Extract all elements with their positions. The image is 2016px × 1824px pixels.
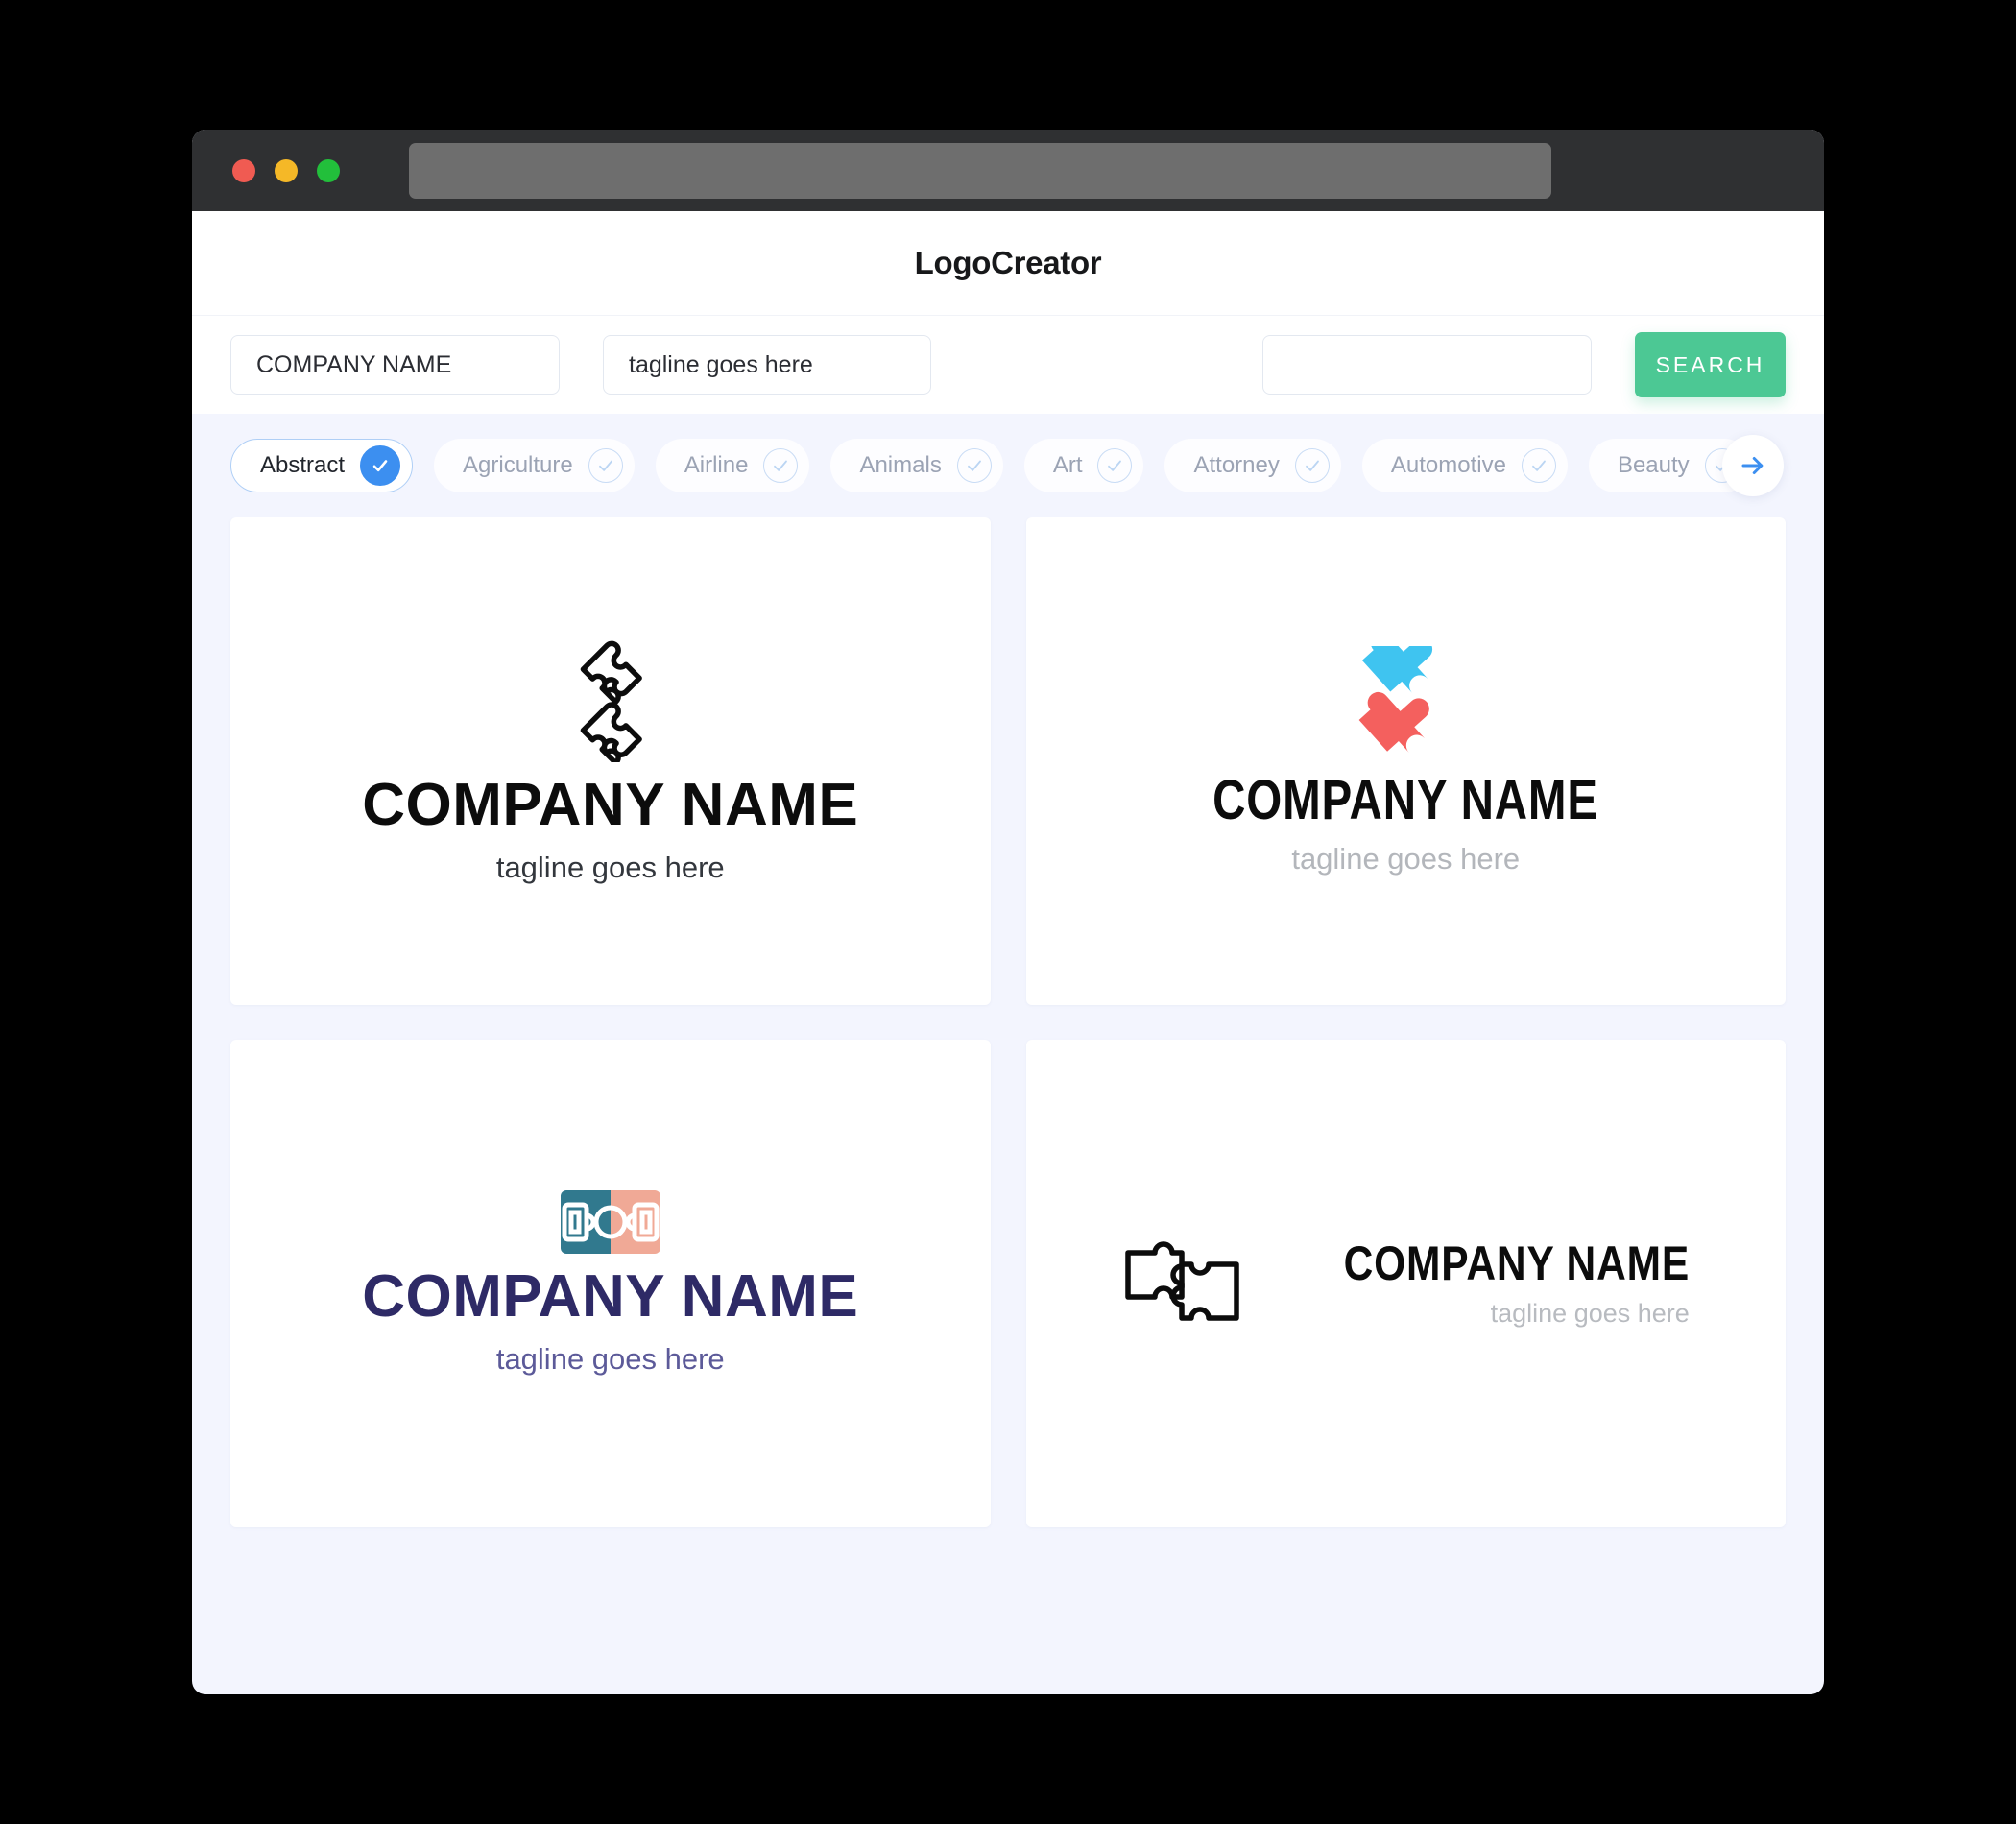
browser-title-bar [192,130,1824,211]
app-title: LogoCreator [914,245,1102,280]
check-icon[interactable] [588,448,623,483]
logo-tagline: tagline goes here [1291,842,1521,876]
category-chip-animals[interactable]: Animals [830,439,1003,492]
logo-company-name: COMPANY NAME [1343,1236,1690,1290]
logo-preview: COMPANY NAME tagline goes here [1170,646,1641,876]
logo-preview: COMPANY NAME tagline goes here [362,637,858,885]
check-icon[interactable] [956,448,992,483]
keyword-input[interactable] [1262,335,1592,395]
category-chip-attorney[interactable]: Attorney [1164,439,1341,492]
logo-tagline: tagline goes here [495,851,725,884]
category-chip-agriculture[interactable]: Agriculture [434,439,635,492]
puzzle-two-pieces-outline-icon [580,640,643,762]
logo-preview: COMPANY NAME tagline goes here [1122,1239,1690,1329]
arrow-right-icon [1741,457,1764,474]
check-icon[interactable] [763,448,799,483]
category-chip-label: Abstract [260,452,346,478]
maximize-window-button[interactable] [317,158,340,182]
logo-card[interactable]: COMPANY NAME tagline goes here [1025,517,1786,1005]
logo-tagline: tagline goes here [1490,1298,1690,1328]
logo-card[interactable]: COMPANY NAME tagline goes here [230,517,991,1005]
logo-card[interactable]: COMPANY NAME tagline goes here [1025,1040,1786,1527]
category-chip-label: Agriculture [463,452,573,478]
category-chip-label: Animals [859,452,942,478]
category-filter-bar: Abstract Agriculture Airline Animals Art Atto… [192,414,1824,517]
puzzle-interlock-horizontal-outline-icon [1124,1241,1239,1321]
company-name-input[interactable] [230,335,560,395]
logo-company-name: COMPANY NAME [1212,769,1599,831]
logo-card[interactable]: COMPANY NAME tagline goes here [230,1040,991,1527]
search-toolbar: SEARCH [192,315,1824,414]
category-chip-abstract[interactable]: Abstract [230,439,414,492]
logo-results-grid: COMPANY NAME tagline goes here COMPANY N… [192,517,1824,1527]
check-icon[interactable] [1521,448,1556,483]
category-chip-list: Abstract Agriculture Airline Animals Art Atto… [230,439,1772,492]
logo-preview: COMPANY NAME tagline goes here [362,1190,858,1377]
address-bar[interactable] [409,142,1551,199]
next-categories-button[interactable] [1722,435,1784,496]
browser-window: LogoCreator SEARCH Abstract Agriculture Ai… [192,130,1824,1694]
logo-company-name: COMPANY NAME [362,772,859,838]
check-icon[interactable] [1097,448,1133,483]
category-chip-art[interactable]: Art [1023,439,1144,492]
check-icon[interactable] [1294,448,1330,483]
category-chip-label: Attorney [1193,452,1280,478]
close-window-button[interactable] [232,158,255,182]
check-icon[interactable] [360,445,401,486]
window-controls [232,158,340,182]
app-header: LogoCreator [192,211,1824,315]
tagline-input[interactable] [603,335,931,395]
minimize-window-button[interactable] [275,158,298,182]
category-chip-label: Airline [684,452,749,478]
logo-company-name: COMPANY NAME [362,1263,859,1330]
category-chip-automotive[interactable]: Automotive [1361,439,1568,492]
category-chip-label: Automotive [1390,452,1506,478]
search-button[interactable]: SEARCH [1635,332,1786,397]
puzzle-two-pieces-color-icon [1358,646,1433,753]
logo-tagline: tagline goes here [495,1342,725,1376]
category-chip-label: Beauty [1617,452,1690,478]
category-chip-airline[interactable]: Airline [655,439,810,492]
category-chip-label: Art [1052,452,1083,478]
soccer-field-split-icon [560,1190,660,1254]
logo-text-block: COMPANY NAME tagline goes here [1283,1236,1690,1329]
